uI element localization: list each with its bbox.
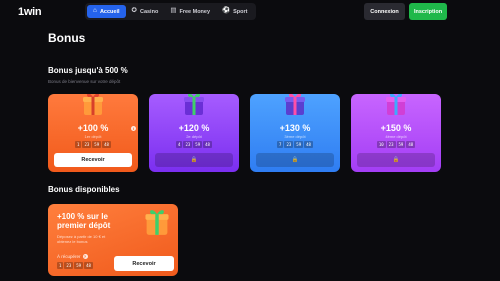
- section-title-welcome: Bonus jusqu'à 500 %: [48, 66, 128, 75]
- locked-button: 🔒: [357, 153, 435, 167]
- countdown-timer: 1 23 59 48: [57, 262, 93, 269]
- timer-days: 7: [277, 141, 284, 148]
- timer-seconds: 48: [304, 141, 313, 148]
- timer-seconds: 48: [84, 262, 93, 269]
- timer-hours: 23: [284, 141, 294, 148]
- timer-days: 1: [57, 262, 64, 269]
- nav-item-sport[interactable]: ⚽ Sport: [216, 5, 253, 18]
- nav-item-label: Sport: [233, 8, 248, 15]
- timer-days: 10: [376, 141, 386, 148]
- nav-item-accueil[interactable]: ⌂ Accueil: [87, 5, 126, 18]
- available-bonus-card: +100 % sur le premier dépôt Déposez à pa…: [48, 204, 178, 276]
- timer-days: 4: [176, 141, 183, 148]
- bonus-card-3: +130 % 3ème dépôt 7 23 59 48 🔒: [250, 94, 340, 172]
- timer-seconds: 48: [203, 141, 212, 148]
- money-icon: ▤: [170, 7, 177, 15]
- section-title-available: Bonus disponibles: [48, 185, 120, 194]
- signup-button[interactable]: Inscription: [409, 3, 447, 20]
- timer-minutes: 59: [396, 141, 406, 148]
- bonus-percent: +130 %: [279, 123, 311, 133]
- available-bonus-description: Déposez à partir de 10 € et obtenez le b…: [57, 234, 106, 244]
- gift-box-icon: [145, 210, 169, 235]
- question-icon[interactable]: ?: [82, 254, 88, 259]
- locked-button: 🔒: [256, 153, 334, 167]
- page-title: Bonus: [48, 31, 86, 45]
- claim-label-text: À récupérer: [57, 254, 81, 259]
- locked-button: 🔒: [155, 153, 233, 167]
- top-bar: 1win ⌂ Accueil ✪ Casino ▤ Free Money ⚽ S…: [0, 0, 500, 24]
- bonus-percent: +100 %: [77, 123, 109, 133]
- home-icon: ⌂: [93, 7, 97, 15]
- bonus-percent: +150 %: [380, 123, 412, 133]
- timer-hours: 23: [386, 141, 396, 148]
- bonus-card-4: +150 % 4ème dépôt 10 23 59 48 🔒: [351, 94, 441, 172]
- main-nav: ⌂ Accueil ✪ Casino ▤ Free Money ⚽ Sport: [85, 3, 256, 20]
- login-button[interactable]: Connexion: [364, 3, 405, 20]
- deposit-label: 2e dépôt: [186, 134, 202, 139]
- receive-button[interactable]: Recevoir: [54, 153, 132, 167]
- sport-ball-icon: ⚽: [222, 7, 231, 15]
- nav-item-casino[interactable]: ✪ Casino: [126, 5, 165, 18]
- timer-hours: 23: [183, 141, 193, 148]
- countdown-timer: 4 23 59 48: [149, 141, 239, 148]
- gift-box-icon: [285, 94, 305, 115]
- nav-item-free-money[interactable]: ▤ Free Money: [164, 5, 216, 18]
- deposit-label: 1er dépôt: [84, 134, 102, 139]
- nav-item-label: Accueil: [99, 8, 120, 15]
- lock-icon: 🔒: [190, 157, 198, 163]
- gift-box-icon: [184, 94, 204, 115]
- deposit-label: 3ème dépôt: [284, 134, 306, 139]
- nav-item-label: Casino: [139, 8, 159, 15]
- timer-minutes: 59: [294, 141, 304, 148]
- logo[interactable]: 1win: [18, 6, 42, 18]
- lock-icon: 🔒: [392, 157, 400, 163]
- timer-days: 1: [75, 141, 82, 148]
- gift-box-icon: [386, 94, 406, 115]
- info-icon[interactable]: i: [131, 126, 136, 131]
- gift-box-icon: [83, 94, 103, 115]
- lock-icon: 🔒: [291, 157, 299, 163]
- bonus-card-2: +120 % 2e dépôt 4 23 59 48 🔒: [149, 94, 239, 172]
- bonus-card-1: +100 % i 1er dépôt 1 23 59 48 Recevoir: [48, 94, 138, 172]
- claim-label: À récupérer ?: [57, 254, 88, 259]
- nav-item-label: Free Money: [179, 8, 211, 15]
- casino-chip-icon: ✪: [131, 7, 137, 15]
- receive-button[interactable]: Recevoir: [114, 256, 174, 271]
- bonus-percent: +120 %: [178, 123, 210, 133]
- timer-hours: 23: [82, 141, 92, 148]
- countdown-timer: 7 23 59 48: [250, 141, 340, 148]
- timer-seconds: 48: [102, 141, 111, 148]
- timer-minutes: 59: [74, 262, 84, 269]
- timer-seconds: 48: [406, 141, 416, 148]
- timer-minutes: 59: [92, 141, 102, 148]
- section-subtitle: Bonus de bienvenue sur votre dépôt: [48, 79, 121, 84]
- timer-hours: 23: [64, 262, 74, 269]
- countdown-timer: 1 23 59 48: [48, 141, 138, 148]
- countdown-timer: 10 23 59 48: [351, 141, 441, 148]
- available-bonus-title: +100 % sur le premier dépôt: [57, 212, 111, 230]
- timer-minutes: 59: [193, 141, 203, 148]
- deposit-label: 4ème dépôt: [385, 134, 407, 139]
